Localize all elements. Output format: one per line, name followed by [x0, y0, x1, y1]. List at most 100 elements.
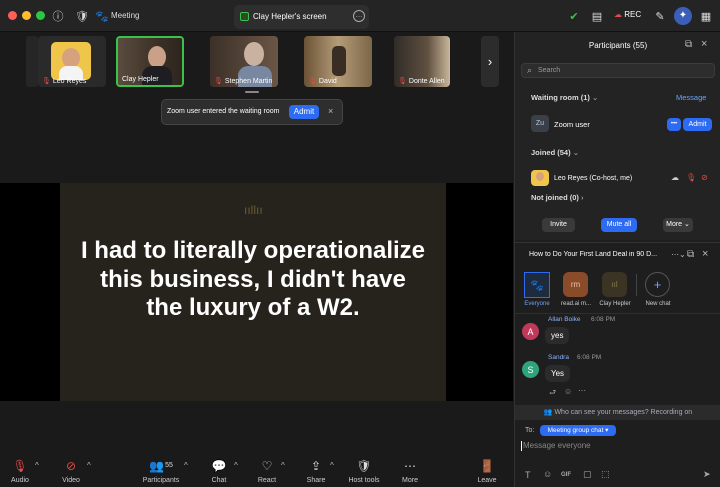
close-notification-button[interactable]: ×	[328, 106, 333, 116]
muted-microphone-icon: 🎙	[12, 458, 28, 473]
mute-all-button[interactable]: Mute all	[601, 218, 637, 232]
info-icon[interactable]: ⓘ	[50, 8, 66, 24]
heart-icon: ♡	[261, 458, 273, 473]
message-visibility-banner[interactable]: 👥 Who can see your messages? Recording o…	[515, 405, 720, 420]
recipient-dropdown[interactable]: Meeting group chat ▾	[540, 425, 616, 436]
chat-button[interactable]: 💬 Chat	[206, 455, 232, 487]
admit-button[interactable]: Admit	[289, 105, 319, 119]
chat-panel: How to Do Your First Land Deal in 90 D..…	[515, 242, 720, 487]
waiting-user-more-button[interactable]: •••	[667, 118, 681, 131]
text-cursor	[521, 441, 522, 451]
waiting-room-notification: Zoom user entered the waiting room Admit…	[161, 99, 343, 125]
tile-name: 🎙 Leo Reyes	[42, 78, 87, 85]
participants-button[interactable]: 👥 55 Participants	[138, 455, 184, 487]
video-tile[interactable]: 🎙 David	[304, 36, 372, 87]
message-sender: Allan Boike	[548, 316, 581, 323]
video-tile[interactable]: 🎙 Leo Reyes	[38, 36, 106, 87]
chat-bubble-icon: 💬	[211, 458, 227, 473]
audio-options-chevron-icon[interactable]: ^	[35, 461, 39, 470]
chevron-down-icon: ⌄	[572, 148, 579, 157]
chat-title: How to Do Your First Land Deal in 90 D..…	[529, 251, 658, 258]
joined-user-name: Leo Reyes (Co-host, me)	[554, 175, 633, 182]
recording-indicator[interactable]: ☁ REC	[614, 10, 641, 19]
new-chat-button[interactable]: +	[645, 272, 670, 297]
security-shield-icon[interactable]: 🛡	[74, 8, 90, 24]
shared-screen: ııllıı I had to literally operationalize…	[0, 183, 513, 401]
chat-options-icon[interactable]: ⋯⌄	[671, 250, 686, 259]
video-off-icon[interactable]: ⊘	[701, 173, 708, 182]
message-sender: Sandra	[548, 354, 569, 361]
chat-message: Yes	[545, 365, 571, 382]
drag-handle[interactable]	[245, 91, 259, 93]
text-format-icon[interactable]: T	[525, 470, 531, 480]
ai-companion-icon[interactable]: ✦	[674, 7, 692, 25]
close-chat-icon[interactable]: ×	[702, 248, 708, 260]
message-input[interactable]: Message everyone	[523, 441, 591, 450]
emoji-icon[interactable]: ☺	[543, 469, 552, 479]
participants-panel: Participants (55) ⧉ × ⌕ Search Waiting r…	[515, 32, 720, 240]
encryption-shield-icon[interactable]: ✔	[566, 8, 582, 24]
tile-name: Clay Hepler	[122, 76, 159, 83]
chat-target-label: Everyone	[524, 301, 550, 307]
video-tile-active-speaker[interactable]: Clay Hepler	[116, 36, 184, 87]
chat-target-label: Clay Hepler	[599, 301, 631, 307]
chat-options-chevron-icon[interactable]: ^	[234, 461, 238, 470]
calendar-icon[interactable]: ▦	[698, 8, 714, 24]
react-options-chevron-icon[interactable]: ^	[281, 461, 285, 470]
captions-icon[interactable]: ▤	[589, 8, 605, 24]
next-page-chevron-icon[interactable]: ›	[481, 36, 499, 87]
gif-icon[interactable]: GIF	[561, 472, 571, 478]
meeting-main-area: 🎙 Leo Reyes Clay Hepler 🎙 Stephen Martin 🎙…	[0, 32, 513, 455]
video-button[interactable]: ⊘ Video	[56, 455, 86, 487]
muted-mic-icon[interactable]: 🎙	[686, 173, 696, 182]
maximize-window-button[interactable]	[36, 11, 45, 20]
search-placeholder: Search	[538, 67, 561, 74]
leave-button[interactable]: 🚪 Leave	[472, 455, 502, 487]
share-options-chevron-icon[interactable]: ^	[330, 461, 334, 470]
video-tile[interactable]: 🎙 Stephen Martin	[210, 36, 278, 87]
annotate-pen-icon[interactable]: ✎	[652, 8, 668, 24]
video-options-chevron-icon[interactable]: ^	[87, 461, 91, 470]
more-dots-icon: ⋯	[404, 458, 416, 473]
add-reaction-icon[interactable]: ☺	[564, 387, 572, 396]
more-button[interactable]: ⋯ More	[396, 455, 424, 487]
reply-icon[interactable]: ⮐	[549, 387, 556, 401]
share-options-icon[interactable]: …	[353, 10, 365, 22]
audio-button[interactable]: 🎙 Audio	[6, 455, 34, 487]
not-joined-header[interactable]: Not joined (0) ›	[531, 193, 584, 202]
screen-share-indicator[interactable]: Clay Hepler's screen …	[234, 5, 369, 29]
chat-target-label: New chat	[645, 301, 671, 307]
avatar: S	[522, 361, 539, 378]
search-input[interactable]: ⌕ Search	[521, 63, 715, 78]
more-options-button[interactable]: More ⌄	[663, 218, 693, 232]
chat-target-readai[interactable]: rm	[563, 272, 588, 297]
chat-target-everyone[interactable]: 🐾	[524, 272, 550, 298]
participants-options-chevron-icon[interactable]: ^	[184, 461, 188, 470]
message-time: 6:08 PM	[577, 354, 602, 361]
share-screen-icon: ⇪	[310, 458, 322, 473]
react-button[interactable]: ♡ React	[253, 455, 281, 487]
slide-caption: I had to literally operationalize this b…	[80, 237, 426, 321]
host-tools-button[interactable]: 🛡 Host tools	[344, 455, 384, 487]
video-tile[interactable]: 🎙 Donte Allen	[394, 36, 450, 87]
screenshot-icon[interactable]: ⬚	[601, 469, 610, 480]
paw-icon: 🐾	[95, 10, 109, 23]
invite-button[interactable]: Invite	[542, 218, 575, 232]
avatar: A	[522, 323, 539, 340]
waiting-room-header[interactable]: Waiting room (1) ⌄	[531, 93, 598, 102]
popout-icon[interactable]: ⧉	[687, 249, 694, 260]
close-window-button[interactable]	[8, 11, 17, 20]
shield-icon: 🛡	[356, 458, 372, 473]
admit-waiting-user-button[interactable]: Admit	[683, 118, 712, 131]
share-button[interactable]: ⇪ Share	[302, 455, 330, 487]
minimize-window-button[interactable]	[22, 11, 31, 20]
message-time: 6:08 PM	[591, 316, 616, 323]
chat-target-clay-hepler[interactable]: ııl	[602, 272, 627, 297]
message-more-icon[interactable]: ⋯	[578, 386, 586, 395]
close-panel-icon[interactable]: ×	[701, 38, 707, 50]
popout-icon[interactable]: ⧉	[685, 39, 692, 50]
send-icon[interactable]: ➤	[703, 469, 711, 480]
joined-header[interactable]: Joined (54) ⌄	[531, 148, 579, 157]
file-icon[interactable]: ▢	[583, 469, 592, 480]
message-waiting-room-link[interactable]: Message	[676, 93, 706, 102]
